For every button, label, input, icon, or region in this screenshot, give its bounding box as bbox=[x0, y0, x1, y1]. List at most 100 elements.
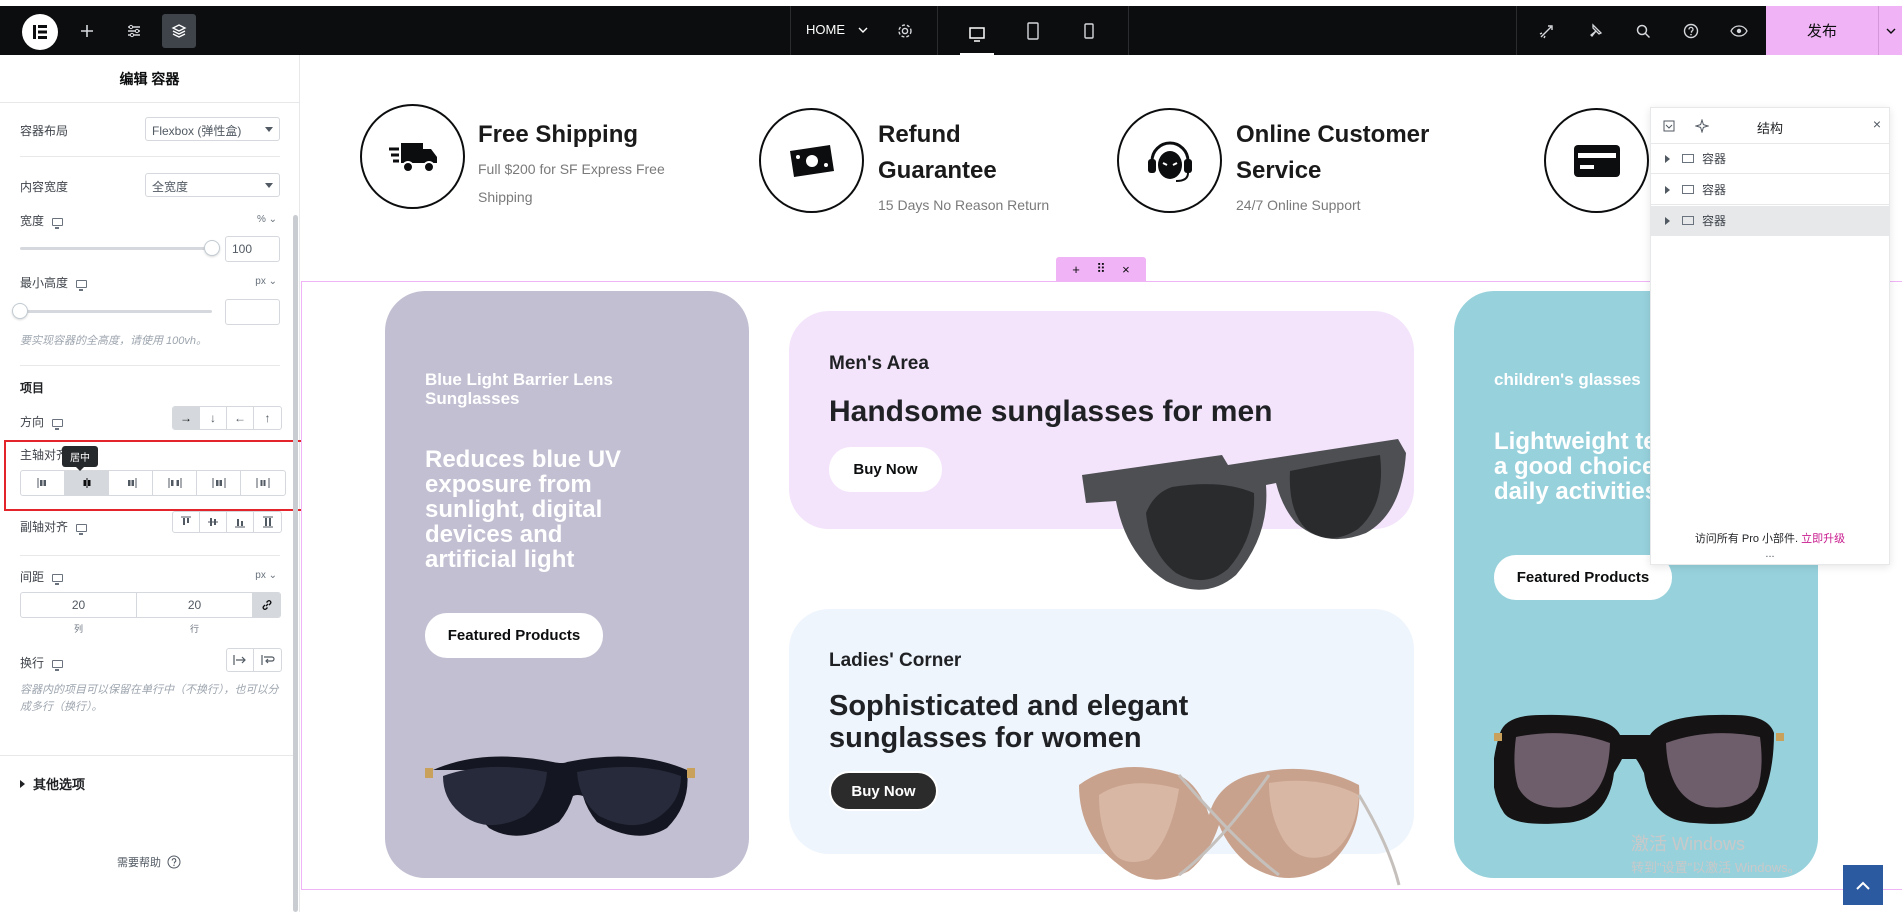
wrap-icon[interactable] bbox=[254, 649, 281, 671]
caret-right-icon[interactable] bbox=[1665, 216, 1670, 225]
divider bbox=[20, 365, 280, 366]
direction-column-reverse-icon[interactable]: ↑ bbox=[254, 407, 281, 429]
min-height-slider-handle[interactable] bbox=[12, 303, 28, 319]
min-height-slider-track[interactable] bbox=[20, 310, 212, 313]
container-handle[interactable]: + ⠿ × bbox=[1056, 257, 1146, 281]
question-circle-icon bbox=[167, 855, 181, 869]
structure-item[interactable]: 容器 bbox=[1651, 175, 1889, 205]
mobile-view-icon[interactable] bbox=[1072, 14, 1106, 48]
structure-more[interactable]: ... bbox=[1651, 548, 1889, 560]
direction-column-icon[interactable]: ↓ bbox=[200, 407, 227, 429]
feature-subtitle: Full $200 for SF Express Free Shipping bbox=[478, 161, 665, 205]
more-options-section[interactable]: 其他选项 bbox=[20, 774, 85, 793]
delete-container-icon[interactable]: × bbox=[1122, 262, 1130, 277]
responsive-desktop-icon[interactable] bbox=[52, 573, 64, 585]
tablet-view-icon[interactable] bbox=[1016, 14, 1050, 48]
responsive-desktop-icon[interactable] bbox=[52, 418, 64, 430]
align-start-icon[interactable] bbox=[173, 512, 200, 532]
responsive-desktop-icon[interactable] bbox=[76, 279, 88, 291]
direction-label-text: 方向 bbox=[20, 415, 45, 429]
direction-row-icon[interactable]: → bbox=[173, 407, 200, 429]
pin-icon[interactable] bbox=[1578, 14, 1612, 48]
structure-item-label: 容器 bbox=[1702, 183, 1727, 197]
card-eyebrow: Blue Light Barrier Lens Sunglasses bbox=[425, 370, 613, 408]
highlight-box bbox=[4, 440, 303, 511]
gap-unit-selector[interactable]: px ⌄ bbox=[255, 570, 277, 581]
responsive-desktop-icon[interactable] bbox=[76, 523, 88, 535]
desktop-view-icon[interactable] bbox=[960, 14, 994, 55]
caret-down-icon bbox=[265, 127, 273, 132]
structure-item-selected[interactable]: 容器 bbox=[1651, 206, 1889, 236]
align-center-icon[interactable] bbox=[200, 512, 227, 532]
structure-panel: 结构 × 容器 容器 容器 访问所有 Pro 小部件. 立即升级 ... bbox=[1650, 107, 1890, 565]
add-container-icon[interactable]: + bbox=[1072, 262, 1080, 277]
width-label-text: 宽度 bbox=[20, 214, 45, 228]
structure-title: 结构 bbox=[1756, 121, 1783, 136]
card-headline: Lightweight te a good choice daily activ… bbox=[1494, 428, 1659, 505]
card-headline: Reduces blue UV exposure from sunlight, … bbox=[425, 446, 622, 573]
upgrade-link[interactable]: 立即升级 bbox=[1801, 533, 1845, 545]
help-link[interactable]: 需要帮助 bbox=[117, 854, 181, 870]
caret-right-icon[interactable] bbox=[1665, 185, 1670, 194]
no-wrap-icon[interactable] bbox=[227, 649, 254, 671]
min-height-hint: 要实现容器的全高度，请使用 100vh。 bbox=[20, 335, 208, 347]
responsive-desktop-icon[interactable] bbox=[52, 659, 64, 671]
credit-card-icon bbox=[1544, 108, 1649, 213]
pro-text: 访问所有 Pro 小部件. bbox=[1694, 533, 1799, 545]
help-icon[interactable] bbox=[1674, 14, 1708, 48]
mens-sunglasses-image bbox=[1082, 439, 1406, 590]
responsive-desktop-icon[interactable] bbox=[52, 217, 64, 229]
align-stretch-icon[interactable] bbox=[254, 512, 281, 532]
topbar-separator bbox=[1128, 6, 1129, 55]
gap-row-input[interactable]: 20 bbox=[137, 593, 253, 617]
rocket-icon[interactable] bbox=[1530, 14, 1564, 48]
add-element-icon[interactable] bbox=[70, 14, 104, 48]
featured-products-button[interactable]: Featured Products bbox=[1494, 555, 1672, 600]
width-unit-selector[interactable]: % ⌄ bbox=[257, 214, 277, 225]
page-selector[interactable]: HOME bbox=[806, 22, 869, 37]
container-layout-label: 容器布局 bbox=[20, 124, 69, 138]
container-icon bbox=[1682, 154, 1694, 163]
pro-upgrade-note: 访问所有 Pro 小部件. 立即升级 bbox=[1651, 530, 1889, 546]
min-height-label: 最小高度 bbox=[20, 274, 88, 291]
windows-activation-watermark: 激活 Windows bbox=[1631, 834, 1746, 854]
publish-button[interactable]: 发布 bbox=[1766, 6, 1878, 55]
align-end-icon[interactable] bbox=[227, 512, 254, 532]
direction-row-reverse-icon[interactable]: ← bbox=[227, 407, 254, 429]
sunglasses-image bbox=[425, 756, 695, 836]
min-height-unit-selector[interactable]: px ⌄ bbox=[255, 276, 277, 287]
publish-options-chevron-icon[interactable] bbox=[1878, 6, 1902, 55]
min-height-label-text: 最小高度 bbox=[20, 276, 69, 290]
buy-now-button[interactable]: Buy Now bbox=[829, 771, 938, 811]
structure-layers-icon[interactable] bbox=[162, 14, 196, 48]
featured-products-button[interactable]: Featured Products bbox=[425, 613, 603, 658]
width-input[interactable]: 100 bbox=[225, 236, 280, 262]
panel-scrollbar[interactable] bbox=[293, 215, 298, 912]
settings-sliders-icon[interactable] bbox=[117, 14, 151, 48]
blue-light-card: Blue Light Barrier Lens Sunglasses Reduc… bbox=[385, 291, 749, 878]
container-layout-select[interactable]: Flexbox (弹性盒) bbox=[145, 117, 280, 141]
topbar-separator bbox=[790, 6, 791, 55]
close-icon[interactable]: × bbox=[1873, 116, 1881, 132]
money-icon bbox=[759, 108, 864, 213]
preview-eye-icon[interactable] bbox=[1722, 14, 1756, 48]
page-settings-gear-icon[interactable] bbox=[888, 14, 922, 48]
buy-now-button[interactable]: Buy Now bbox=[829, 447, 942, 492]
min-height-input[interactable] bbox=[225, 299, 280, 325]
feature-title: Free Shipping bbox=[478, 121, 639, 148]
divider bbox=[0, 755, 298, 756]
width-slider-track[interactable] bbox=[20, 247, 212, 250]
content-width-select[interactable]: 全宽度 bbox=[145, 173, 280, 197]
caret-right-icon[interactable] bbox=[1665, 154, 1670, 163]
link-icon[interactable] bbox=[253, 593, 280, 617]
elementor-logo-icon[interactable] bbox=[22, 14, 58, 50]
back-to-top-button[interactable] bbox=[1843, 865, 1883, 905]
structure-item[interactable]: 容器 bbox=[1651, 144, 1889, 174]
gap-inputs: 20 20 bbox=[20, 592, 281, 618]
width-slider-handle[interactable] bbox=[204, 240, 220, 256]
gap-column-input[interactable]: 20 bbox=[21, 593, 137, 617]
container-layout-value: Flexbox (弹性盒) bbox=[152, 124, 242, 138]
search-icon[interactable] bbox=[1626, 14, 1660, 48]
help-label: 需要帮助 bbox=[117, 857, 161, 869]
drag-handle-icon[interactable]: ⠿ bbox=[1096, 261, 1106, 277]
